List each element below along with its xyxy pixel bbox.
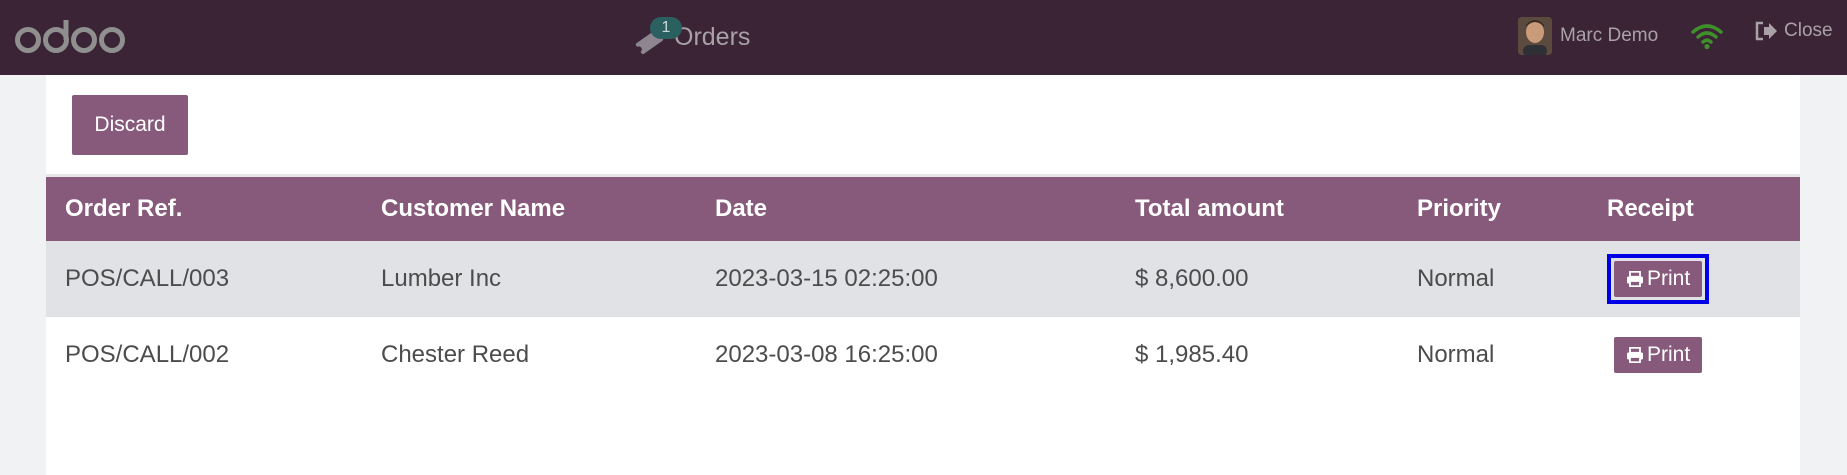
orders-table: Order Ref. Customer Name Date Total amou… (46, 177, 1800, 393)
customer-name-cell: Chester Reed (381, 341, 530, 368)
priority-cell: Normal (1398, 241, 1588, 317)
column-header-priority: Priority (1398, 177, 1588, 241)
print-label: Print (1647, 343, 1691, 366)
table-header-row: Order Ref. Customer Name Date Total amou… (46, 177, 1800, 241)
user-menu[interactable]: Marc Demo (1518, 17, 1658, 55)
priority-cell: Normal (1417, 341, 1495, 368)
date-cell: 2023-03-08 16:25:00 (715, 341, 938, 368)
column-header-date: Date (696, 177, 1116, 241)
close-label: Close (1784, 20, 1833, 41)
column-header-total-amount: Total amount (1116, 177, 1398, 241)
print-button[interactable]: Print (1614, 261, 1703, 297)
receipt-cell: Print (1588, 241, 1800, 317)
printer-icon (1627, 271, 1643, 287)
avatar (1518, 17, 1552, 55)
column-header-receipt: Receipt (1588, 177, 1800, 241)
table-row[interactable]: POS/CALL/003 Lumber Inc 2023-03-15 02:25… (46, 241, 1800, 317)
odoo-logo[interactable] (14, 16, 136, 56)
total-amount-cell: $ 8,600.00 (1116, 241, 1398, 317)
close-button[interactable]: Close (1754, 20, 1833, 42)
print-focus-ring: Print (1607, 330, 1709, 380)
column-header-customer-name: Customer Name (362, 177, 696, 241)
customer-name-cell: Lumber Inc (362, 241, 696, 317)
orders-panel: Discard Order Ref. Customer Name Date To… (46, 75, 1800, 475)
orders-count-badge: 1 (650, 17, 682, 39)
user-name: Marc Demo (1560, 25, 1659, 46)
orders-tab[interactable]: 1 Orders (630, 14, 750, 60)
print-focus-ring: Print (1607, 254, 1710, 304)
sign-out-icon (1755, 21, 1777, 41)
print-button[interactable]: Print (1614, 337, 1703, 373)
wifi-icon (1691, 24, 1723, 50)
printer-icon (1627, 347, 1643, 363)
table-row[interactable]: POS/CALL/002 Chester Reed 2023-03-08 16:… (46, 317, 1800, 393)
column-header-order-ref: Order Ref. (46, 177, 362, 241)
orders-label: Orders (674, 22, 751, 51)
order-ref-cell: POS/CALL/002 (65, 341, 230, 368)
discard-button[interactable]: Discard (72, 95, 188, 155)
top-bar: 1 Orders Marc Demo Close (0, 0, 1847, 75)
order-ref-cell: POS/CALL/003 (46, 241, 362, 317)
receipt-cell: Print (1588, 317, 1800, 393)
ticket-icon: 1 (630, 17, 682, 57)
print-label: Print (1647, 267, 1691, 290)
date-cell: 2023-03-15 02:25:00 (696, 241, 1116, 317)
total-amount-cell: $ 1,985.40 (1135, 341, 1249, 368)
